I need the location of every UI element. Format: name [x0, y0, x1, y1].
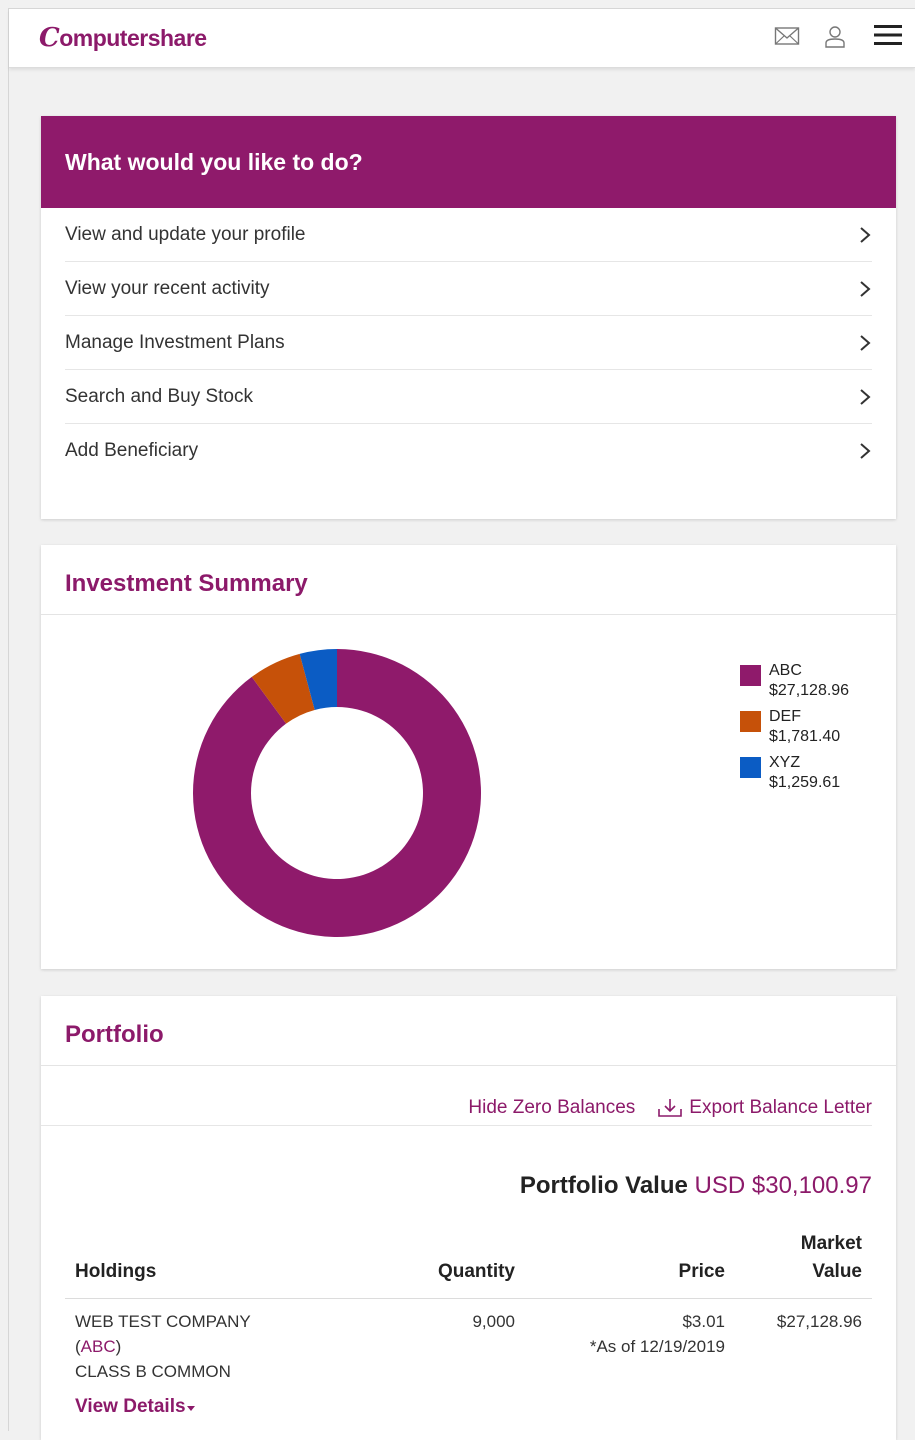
legend-swatch [740, 757, 761, 778]
price-as-of: *As of 12/19/2019 [589, 1337, 725, 1356]
app-frame: Computershare What would you like to do?… [8, 8, 915, 1440]
action-view-profile[interactable]: View and update your profile [65, 208, 872, 262]
ticker-paren-close: ) [115, 1337, 122, 1356]
hide-zero-balances-link[interactable]: Hide Zero Balances [468, 1097, 635, 1119]
chart-legend: ABC $27,128.96 DEF $1,781.40 XYZ $1,259.… [740, 661, 849, 799]
legend-ticker: ABC [769, 662, 802, 679]
action-investment-plans[interactable]: Manage Investment Plans [65, 316, 872, 370]
col-market-value: Market Value [735, 1224, 872, 1299]
action-add-beneficiary[interactable]: Add Beneficiary [65, 424, 872, 477]
col-holdings: Holdings [65, 1224, 365, 1299]
action-label: Add Beneficiary [65, 439, 199, 461]
action-search-buy-stock[interactable]: Search and Buy Stock [65, 370, 872, 424]
view-details-label: View Details [75, 1396, 186, 1417]
legend-value: $1,259.61 [769, 774, 841, 791]
portfolio-title: Portfolio [41, 996, 896, 1066]
legend-value: $1,781.40 [769, 728, 841, 745]
portfolio-value: Portfolio Value USD $30,100.97 [520, 1172, 872, 1200]
holding-cell: WEB TEST COMPANY (ABC) CLASS B COMMON Vi… [65, 1299, 365, 1430]
investment-summary-card: Investment Summary ABC $27,128.96 DEF $1… [41, 545, 896, 969]
logo-initial: C [39, 23, 60, 53]
top-header: Computershare [9, 9, 915, 68]
chevron-right-icon [860, 334, 871, 351]
quick-actions-list: View and update your profile View your r… [41, 208, 896, 477]
chevron-right-icon [860, 388, 871, 405]
donut-chart [192, 649, 481, 937]
legend-swatch [740, 665, 761, 686]
quick-actions-card: What would you like to do? View and upda… [41, 116, 896, 519]
hamburger-menu-icon[interactable] [873, 22, 903, 53]
holdings-header-row: Holdings Quantity Price Market Value [65, 1224, 872, 1299]
portfolio-value-label: Portfolio Value [519, 1172, 688, 1199]
portfolio-actions: Hide Zero Balances Export Balance Letter [41, 1091, 872, 1126]
chevron-right-icon [860, 280, 871, 297]
export-balance-letter-link[interactable]: Export Balance Letter [657, 1097, 872, 1119]
caret-down-icon [186, 1406, 195, 1411]
action-label: Search and Buy Stock [65, 385, 253, 407]
chevron-right-icon [860, 442, 871, 459]
logo-text: omputershare [59, 25, 207, 51]
market-value-cell[interactable]: $27,128.96 [735, 1299, 872, 1430]
price-value: $3.01 [682, 1312, 725, 1331]
legend-swatch [740, 711, 761, 732]
holding-class: CLASS B COMMON [75, 1362, 231, 1381]
holding-ticker-line: (ABC) [75, 1334, 355, 1359]
col-market-value-line2: Value [812, 1261, 862, 1282]
holding-company: WEB TEST COMPANY [75, 1312, 251, 1331]
action-label: View and update your profile [65, 223, 306, 245]
view-details-toggle[interactable]: View Details [75, 1394, 355, 1419]
col-market-value-line1: Market [800, 1233, 862, 1254]
legend-item-def: DEF $1,781.40 [740, 707, 849, 747]
legend-item-xyz: XYZ $1,259.61 [740, 753, 849, 793]
col-price: Price [525, 1224, 735, 1299]
action-label: Manage Investment Plans [65, 331, 285, 353]
investment-summary-title: Investment Summary [41, 545, 896, 615]
legend-item-abc: ABC $27,128.96 [740, 661, 849, 701]
legend-ticker: XYZ [769, 754, 801, 771]
mail-icon[interactable] [774, 25, 800, 52]
portfolio-card: Portfolio Hide Zero Balances Export Bala… [41, 996, 896, 1440]
export-label: Export Balance Letter [689, 1097, 872, 1118]
chevron-right-icon [860, 226, 871, 243]
quick-actions-title: What would you like to do? [41, 116, 896, 208]
action-recent-activity[interactable]: View your recent activity [65, 262, 872, 316]
holdings-table: Holdings Quantity Price Market Value WEB … [65, 1224, 872, 1429]
col-quantity: Quantity [365, 1224, 525, 1299]
portfolio-value-amount: USD $30,100.97 [694, 1172, 872, 1199]
table-row: WEB TEST COMPANY (ABC) CLASS B COMMON Vi… [65, 1299, 872, 1430]
holding-ticker-link[interactable]: ABC [81, 1337, 116, 1356]
computershare-logo[interactable]: Computershare [39, 23, 207, 53]
user-icon[interactable] [824, 25, 846, 54]
legend-value: $27,128.96 [769, 682, 850, 699]
legend-ticker: DEF [769, 708, 801, 725]
download-icon [658, 1099, 683, 1117]
action-label: View your recent activity [65, 277, 270, 299]
quantity-cell: 9,000 [472, 1312, 515, 1331]
price-cell: $3.01 *As of 12/19/2019 [525, 1299, 735, 1430]
